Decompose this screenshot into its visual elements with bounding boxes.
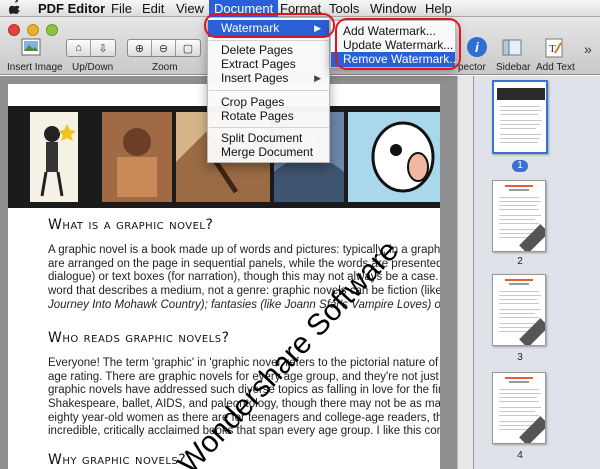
document-menu: Watermark ▶ Delete Pages Extract Pages I… xyxy=(207,17,330,163)
menu-item-delete-pages[interactable]: Delete Pages xyxy=(208,43,329,58)
heading-what-is: What is a graphic novel? xyxy=(48,217,214,233)
zoom-in-icon[interactable]: ⊕ xyxy=(128,40,152,56)
menu-item-split-document[interactable]: Split Document xyxy=(208,131,329,146)
zoom-window-button[interactable] xyxy=(46,24,58,36)
up-down-control[interactable]: ⌂ ⇩ xyxy=(66,39,116,57)
menu-item-merge-document[interactable]: Merge Document xyxy=(208,145,329,160)
menu-app-name[interactable]: PDF Editor xyxy=(38,1,105,16)
page-up-icon[interactable]: ⌂ xyxy=(67,40,91,56)
page-down-icon[interactable]: ⇩ xyxy=(91,40,115,56)
zoom-control[interactable]: ⊕ ⊖ ▢ xyxy=(127,39,201,57)
insert-image-label: Insert Image xyxy=(7,62,63,73)
inspector-label: pector xyxy=(458,62,486,73)
menu-window[interactable]: Window xyxy=(370,1,416,16)
menu-file[interactable]: File xyxy=(111,1,132,16)
apple-menu-icon[interactable] xyxy=(8,0,21,17)
menu-tools[interactable]: Tools xyxy=(329,1,359,16)
insert-image-icon[interactable] xyxy=(20,37,42,59)
page-number-1: 1 xyxy=(512,160,528,172)
page-thumbnail-1[interactable] xyxy=(492,80,548,154)
paragraph-line: word that describes a medium, not a genr… xyxy=(48,285,440,298)
document-scrollbar[interactable] xyxy=(457,76,473,469)
add-text-label: Add Text xyxy=(536,62,575,73)
comic-panel-2 xyxy=(102,112,172,202)
menu-item-rotate-pages[interactable]: Rotate Pages xyxy=(208,109,329,124)
annotation-ring-watermark xyxy=(204,13,335,38)
menu-item-insert-pages[interactable]: Insert Pages ▶ xyxy=(208,71,329,86)
zoom-label: Zoom xyxy=(152,62,178,73)
page-thumbnail-3[interactable] xyxy=(492,274,546,346)
menu-edit[interactable]: Edit xyxy=(142,1,164,16)
add-text-icon[interactable]: T xyxy=(543,37,565,59)
submenu-arrow-icon: ▶ xyxy=(314,73,321,83)
toolbar-overflow-icon[interactable]: » xyxy=(584,41,592,57)
up-down-label: Up/Down xyxy=(72,62,114,73)
svg-text:T: T xyxy=(549,43,556,55)
menu-item-insert-pages-label: Insert Pages xyxy=(221,71,289,85)
page-number-4: 4 xyxy=(517,450,523,461)
sidebar-label: Sidebar xyxy=(496,62,531,73)
thumbnail-sidebar: 1 2 3 4 xyxy=(473,76,600,469)
menu-item-crop-pages[interactable]: Crop Pages xyxy=(208,95,329,110)
paragraph-line: Journey Into Mohawk Country); fantasies … xyxy=(48,298,440,311)
menu-help[interactable]: Help xyxy=(425,1,452,16)
inspector-icon[interactable]: i xyxy=(467,37,487,57)
close-window-button[interactable] xyxy=(8,24,20,36)
annotation-ring-submenu xyxy=(335,18,461,70)
page-number-2: 2 xyxy=(517,256,523,267)
comic-panel-1 xyxy=(30,112,78,202)
minimize-window-button[interactable] xyxy=(27,24,39,36)
comic-panel-5 xyxy=(348,112,440,202)
paragraph-line: Everyone! The term 'graphic' in 'graphic… xyxy=(48,357,440,369)
page-number-3: 3 xyxy=(517,352,523,363)
heading-why: Why graphic novels? xyxy=(48,452,187,468)
zoom-out-icon[interactable]: ⊖ xyxy=(152,40,176,56)
zoom-fit-icon[interactable]: ▢ xyxy=(176,40,200,56)
heading-who-reads: Who reads graphic novels? xyxy=(48,330,230,346)
sidebar-icon[interactable] xyxy=(501,37,523,59)
menu-view[interactable]: View xyxy=(176,1,204,16)
menu-item-extract-pages[interactable]: Extract Pages xyxy=(208,57,329,72)
page-thumbnail-4[interactable] xyxy=(492,372,546,444)
page-thumbnail-2[interactable] xyxy=(492,180,546,252)
